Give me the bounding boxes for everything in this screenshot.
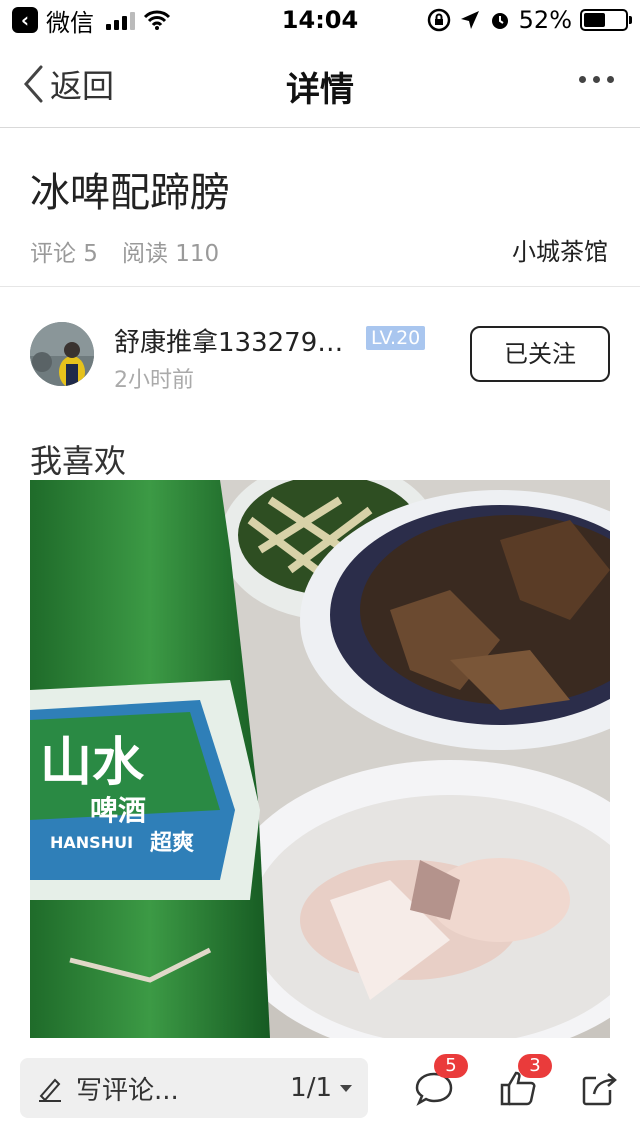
follow-button[interactable]: 已关注 bbox=[470, 326, 610, 382]
more-button[interactable] bbox=[579, 76, 614, 83]
location-icon bbox=[459, 9, 481, 31]
level-badge: LV.20 bbox=[366, 326, 426, 350]
author-name[interactable]: 舒康推拿133279… bbox=[114, 322, 354, 359]
status-right: 52% bbox=[427, 6, 632, 34]
wifi-icon bbox=[143, 9, 171, 31]
back-label: 返回 bbox=[50, 67, 115, 105]
like-count-badge: 3 bbox=[518, 1054, 552, 1078]
like-button[interactable]: 3 bbox=[498, 1054, 552, 1108]
back-to-app-icon[interactable]: ‹ bbox=[12, 7, 38, 33]
photo-tagline-text: 超爽 bbox=[150, 831, 194, 856]
comments-button[interactable]: 5 bbox=[414, 1054, 468, 1108]
post-text: 我喜欢 bbox=[30, 442, 127, 480]
comment-count-badge: 5 bbox=[434, 1054, 468, 1078]
chevron-left-icon bbox=[23, 65, 43, 103]
ellipsis-icon bbox=[579, 76, 586, 83]
share-button[interactable] bbox=[580, 1068, 620, 1108]
bottom-bar: 写评论... 1/1 5 3 bbox=[0, 1040, 640, 1136]
share-icon bbox=[582, 1073, 617, 1106]
back-app-name[interactable]: 微信 bbox=[46, 3, 94, 38]
battery-percent: 52% bbox=[518, 6, 572, 34]
comment-placeholder: 写评论... bbox=[76, 1075, 179, 1106]
battery-icon bbox=[580, 9, 632, 31]
status-left: ‹ 微信 bbox=[12, 3, 171, 38]
battery-level bbox=[584, 13, 605, 27]
comment-count-label: 评论 5 bbox=[30, 241, 98, 267]
page-indicator-label: 1/1 bbox=[290, 1073, 332, 1103]
nav-bar: 返回 详情 bbox=[0, 40, 640, 128]
article-title: 冰啤配蹄膀 bbox=[30, 170, 230, 216]
channel-link[interactable]: 小城茶馆 bbox=[512, 232, 608, 267]
avatar[interactable] bbox=[30, 322, 94, 386]
pencil-icon bbox=[39, 1078, 61, 1102]
comment-input[interactable]: 写评论... 1/1 bbox=[20, 1058, 368, 1118]
photo-brand-text: 山水 bbox=[40, 733, 145, 793]
page-indicator[interactable]: 1/1 bbox=[290, 1073, 352, 1103]
status-bar: ‹ 微信 14:04 52% bbox=[0, 0, 640, 40]
back-button[interactable]: 返回 bbox=[22, 62, 114, 106]
photo-brand-en-text: HANSHUI bbox=[50, 833, 133, 852]
caret-down-icon bbox=[340, 1084, 352, 1092]
alarm-icon bbox=[489, 9, 511, 31]
divider bbox=[0, 286, 640, 287]
orientation-lock-icon bbox=[427, 8, 451, 32]
post-photo[interactable]: 山水 啤酒 HANSHUI 超爽 bbox=[30, 480, 610, 1038]
read-count-label: 阅读 110 bbox=[121, 241, 220, 267]
article-meta: 评论 5 阅读 110 bbox=[30, 234, 219, 268]
post-time: 2小时前 bbox=[114, 368, 194, 393]
cell-signal-icon bbox=[106, 10, 135, 30]
photo-beer-text: 啤酒 bbox=[90, 794, 146, 827]
